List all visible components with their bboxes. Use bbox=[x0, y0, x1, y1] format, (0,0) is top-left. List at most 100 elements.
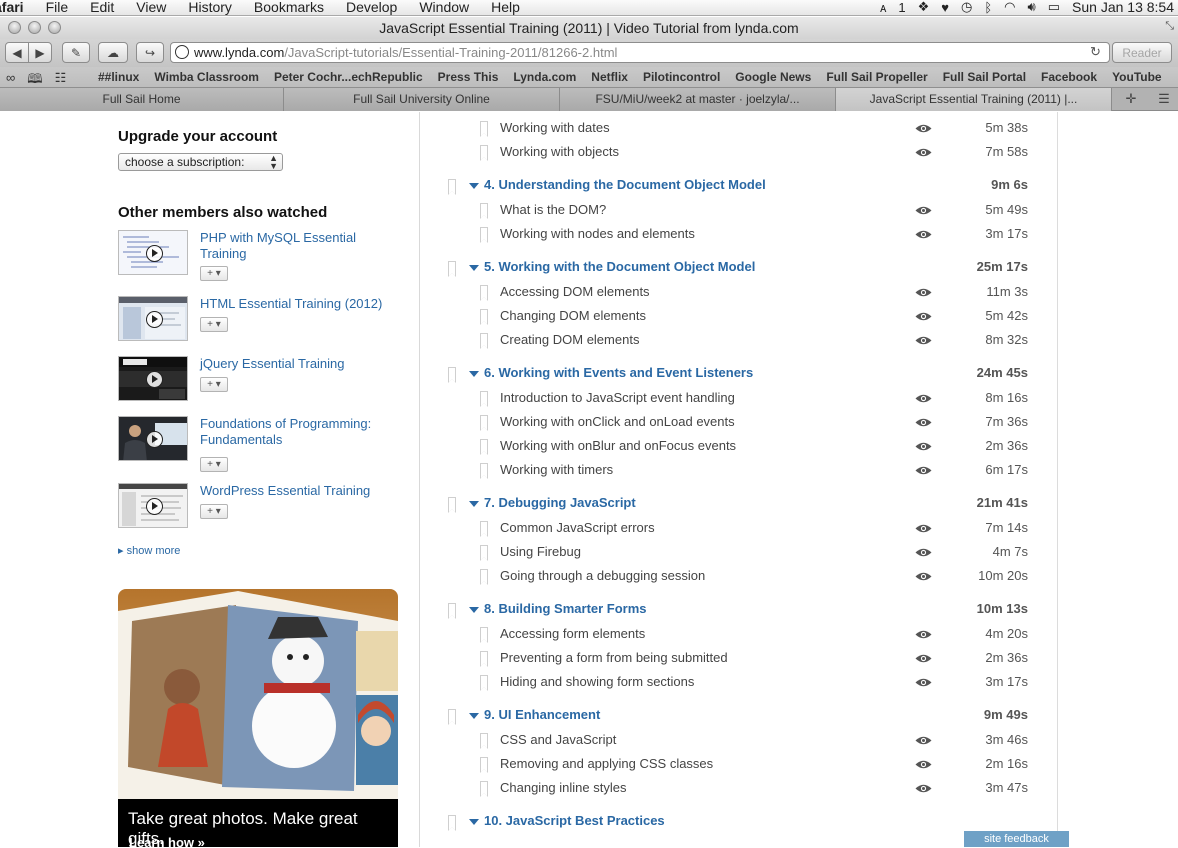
lesson-title[interactable]: Accessing form elements bbox=[500, 626, 645, 641]
menu-help[interactable]: Help bbox=[491, 0, 520, 15]
lesson-title[interactable]: CSS and JavaScript bbox=[500, 732, 616, 747]
chapter-row[interactable]: 7. Debugging JavaScript 21m 41s bbox=[420, 494, 1058, 518]
bluetooth-icon[interactable]: ᛒ bbox=[984, 0, 992, 15]
lesson-row[interactable]: Going through a debugging session 10m 20s bbox=[420, 566, 1058, 590]
forward-button[interactable]: ▶ bbox=[28, 42, 52, 63]
tab-lynda-active[interactable]: JavaScript Essential Training (2011) |..… bbox=[836, 88, 1112, 111]
chapter-title[interactable]: 4. Understanding the Document Object Mod… bbox=[484, 177, 766, 192]
lesson-row[interactable]: Working with timers 6m 17s bbox=[420, 460, 1058, 484]
lesson-row[interactable]: Accessing form elements 4m 20s bbox=[420, 624, 1058, 648]
bookmark-lynda[interactable]: Lynda.com bbox=[513, 70, 576, 84]
bookmark-youtube[interactable]: YouTube bbox=[1112, 70, 1162, 84]
chapter-row[interactable]: 8. Building Smarter Forms 10m 13s bbox=[420, 600, 1058, 624]
bookmark-icon[interactable] bbox=[448, 179, 456, 195]
bookmark-icon[interactable] bbox=[480, 651, 488, 667]
menu-history[interactable]: History bbox=[188, 0, 232, 15]
collapse-caret-icon[interactable] bbox=[469, 183, 479, 189]
reload-icon[interactable]: ↻ bbox=[1090, 44, 1101, 60]
add-course-button[interactable]: + ▾ bbox=[200, 377, 228, 392]
chapter-title[interactable]: 7. Debugging JavaScript bbox=[484, 495, 636, 510]
bookmark-icon[interactable] bbox=[448, 815, 456, 831]
address-bar[interactable]: www.lynda.com/JavaScript-tutorials/Essen… bbox=[170, 42, 1110, 63]
collapse-caret-icon[interactable] bbox=[469, 371, 479, 377]
course-title[interactable]: HTML Essential Training (2012) bbox=[200, 296, 400, 312]
lesson-row[interactable]: Removing and applying CSS classes 2m 16s bbox=[420, 754, 1058, 778]
fullscreen-icon[interactable]: ⤡ bbox=[1165, 20, 1174, 33]
lesson-row[interactable]: Introduction to JavaScript event handlin… bbox=[420, 388, 1058, 412]
lesson-title[interactable]: Working with onBlur and onFocus events bbox=[500, 438, 736, 453]
chapter-row[interactable]: 9. UI Enhancement 9m 49s bbox=[420, 706, 1058, 730]
battery-icon[interactable]: ▭ bbox=[1048, 0, 1060, 15]
lesson-title[interactable]: Changing inline styles bbox=[500, 780, 626, 795]
lesson-title[interactable]: Creating DOM elements bbox=[500, 332, 639, 347]
chapter-title[interactable]: 6. Working with Events and Event Listene… bbox=[484, 365, 753, 380]
add-course-button[interactable]: + ▾ bbox=[200, 457, 228, 472]
bookmark-icon[interactable] bbox=[480, 203, 488, 219]
lesson-row[interactable]: Working with onBlur and onFocus events 2m… bbox=[420, 436, 1058, 460]
collapse-caret-icon[interactable] bbox=[469, 265, 479, 271]
tab-github[interactable]: FSU/MiU/week2 at master · joelzyla/... bbox=[560, 88, 836, 111]
evernote-icon[interactable]: ✎ bbox=[62, 42, 90, 63]
lesson-title[interactable]: Accessing DOM elements bbox=[500, 284, 650, 299]
chapter-row[interactable]: 5. Working with the Document Object Mode… bbox=[420, 258, 1058, 282]
chapter-title[interactable]: 9. UI Enhancement bbox=[484, 707, 600, 722]
site-feedback-tab[interactable]: site feedback bbox=[964, 831, 1069, 847]
lesson-row[interactable]: Creating DOM elements 8m 32s bbox=[420, 330, 1058, 354]
bookmark-icon[interactable] bbox=[448, 603, 456, 619]
lesson-row[interactable]: Working with onClick and onLoad events 7m… bbox=[420, 412, 1058, 436]
lesson-title[interactable]: Using Firebug bbox=[500, 544, 581, 559]
collapse-caret-icon[interactable] bbox=[469, 713, 479, 719]
show-more-link[interactable]: ▸ show more bbox=[118, 544, 180, 557]
menu-develop[interactable]: Develop bbox=[346, 0, 397, 15]
bookmark-icon[interactable] bbox=[480, 309, 488, 325]
bookmark-icon[interactable] bbox=[480, 391, 488, 407]
lesson-title[interactable]: Introduction to JavaScript event handlin… bbox=[500, 390, 735, 405]
chapter-row[interactable]: 10. JavaScript Best Practices bbox=[420, 812, 1058, 836]
add-course-button[interactable]: + ▾ bbox=[200, 266, 228, 281]
lesson-row[interactable]: Changing DOM elements 5m 42s bbox=[420, 306, 1058, 330]
lesson-title[interactable]: Preventing a form from being submitted bbox=[500, 650, 728, 665]
lesson-row[interactable]: What is the DOM? 5m 49s bbox=[420, 200, 1058, 224]
lesson-row[interactable]: Common JavaScript errors 7m 14s bbox=[420, 518, 1058, 542]
course-title[interactable]: PHP with MySQL Essential Training bbox=[200, 230, 400, 262]
course-title[interactable]: Foundations of Programming: Fundamentals bbox=[200, 416, 400, 448]
collapse-caret-icon[interactable] bbox=[469, 501, 479, 507]
lesson-title[interactable]: Working with nodes and elements bbox=[500, 226, 695, 241]
chapter-title[interactable]: 10. JavaScript Best Practices bbox=[484, 813, 665, 828]
lesson-row[interactable]: Accessing DOM elements 11m 3s bbox=[420, 282, 1058, 306]
reader-button[interactable]: Reader bbox=[1112, 42, 1172, 63]
subscription-select[interactable]: choose a subscription: ▲ ▼ bbox=[118, 153, 283, 171]
menu-bookmarks[interactable]: Bookmarks bbox=[254, 0, 324, 15]
lesson-title[interactable]: Common JavaScript errors bbox=[500, 520, 655, 535]
bookmark-linux[interactable]: ##linux bbox=[98, 70, 139, 84]
lesson-row[interactable]: Working with objects 7m 58s bbox=[420, 142, 1058, 166]
bookmark-icon[interactable] bbox=[480, 569, 488, 585]
chapter-row[interactable]: 4. Understanding the Document Object Mod… bbox=[420, 176, 1058, 200]
tab-full-sail-online[interactable]: Full Sail University Online bbox=[284, 88, 560, 111]
course-thumbnail[interactable] bbox=[118, 230, 188, 275]
bookmark-google-news[interactable]: Google News bbox=[735, 70, 811, 84]
icloud-tabs-icon[interactable]: ☁ bbox=[98, 42, 128, 63]
menu-view[interactable]: View bbox=[136, 0, 166, 15]
chapter-title[interactable]: 8. Building Smarter Forms bbox=[484, 601, 647, 616]
bookmark-icon[interactable] bbox=[448, 709, 456, 725]
collapse-caret-icon[interactable] bbox=[469, 819, 479, 825]
promo-learn-link[interactable]: Learn how » bbox=[129, 835, 205, 847]
bookmark-press-this[interactable]: Press This bbox=[438, 70, 499, 84]
lesson-row[interactable]: Changing inline styles 3m 47s bbox=[420, 778, 1058, 802]
chapter-row[interactable]: 6. Working with Events and Event Listene… bbox=[420, 364, 1058, 388]
add-course-button[interactable]: + ▾ bbox=[200, 504, 228, 519]
time-machine-icon[interactable]: ◷ bbox=[961, 0, 972, 15]
bookmark-facebook[interactable]: Facebook bbox=[1041, 70, 1097, 84]
menu-window[interactable]: Window bbox=[419, 0, 469, 15]
lesson-title[interactable]: Removing and applying CSS classes bbox=[500, 756, 713, 771]
course-thumbnail[interactable] bbox=[118, 416, 188, 461]
bookmark-icon[interactable] bbox=[448, 497, 456, 513]
bookmark-icon[interactable] bbox=[480, 757, 488, 773]
bookmark-icon[interactable] bbox=[448, 367, 456, 383]
wifi-icon[interactable]: ◠ bbox=[1004, 0, 1015, 15]
bookmark-peter[interactable]: Peter Cochr...echRepublic bbox=[274, 70, 423, 84]
bookmark-icon[interactable] bbox=[480, 545, 488, 561]
bookmark-icon[interactable] bbox=[480, 439, 488, 455]
tab-overview-icon[interactable]: ☰ bbox=[1152, 91, 1176, 108]
